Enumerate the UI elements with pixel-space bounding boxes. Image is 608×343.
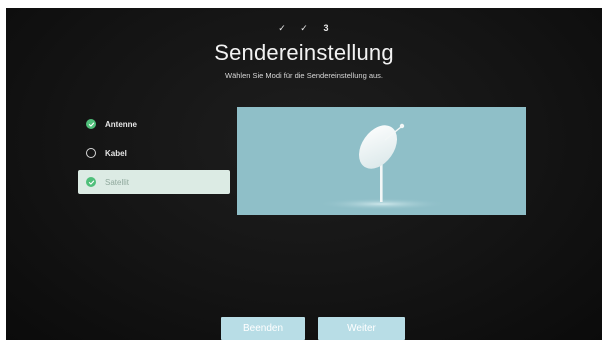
option-label: Kabel — [105, 148, 127, 158]
step-1-check: ✓ — [278, 23, 286, 33]
option-label: Antenne — [105, 119, 137, 129]
satellite-dish-icon — [317, 123, 447, 210]
page-subtitle: Wählen Sie Modi für die Sendereinstellun… — [224, 71, 383, 80]
mode-preview-panel — [237, 107, 526, 215]
beenden-button[interactable]: Beenden — [221, 317, 305, 340]
tv-frame: ✓ ✓ 3 Sendereinstellung Wählen Sie Modi … — [0, 0, 608, 343]
step-indicator: ✓ ✓ 3 — [6, 23, 602, 34]
option-label: Satellit — [105, 177, 130, 187]
option-antenne[interactable]: Antenne — [78, 112, 230, 136]
mode-option-list: Antenne Kabel Satellit — [78, 112, 230, 199]
check-circle-icon — [86, 119, 96, 129]
weiter-button[interactable]: Weiter — [318, 317, 405, 340]
step-3-number: 3 — [323, 23, 329, 33]
check-circle-icon — [86, 177, 96, 187]
step-2-check: ✓ — [300, 23, 308, 33]
option-satellit[interactable]: Satellit — [78, 170, 230, 194]
page-title: Sendereinstellung — [214, 40, 394, 65]
option-kabel[interactable]: Kabel — [78, 141, 230, 165]
tv-screen: ✓ ✓ 3 Sendereinstellung Wählen Sie Modi … — [6, 8, 602, 340]
empty-circle-icon — [86, 148, 96, 158]
